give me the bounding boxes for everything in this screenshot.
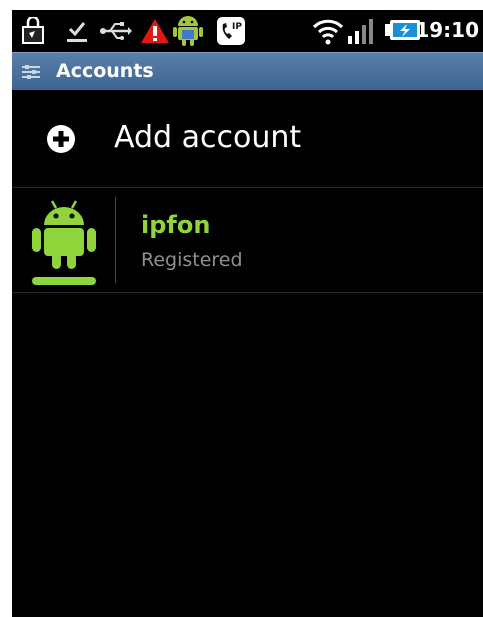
- android-robot-icon: [30, 197, 98, 275]
- warning-icon: [140, 16, 170, 46]
- usb-icon: [98, 16, 132, 46]
- download-done-icon: [64, 16, 90, 46]
- sync-indicator-bar: [32, 277, 96, 285]
- wifi-icon: [312, 16, 344, 46]
- page-title: Accounts: [56, 60, 154, 82]
- add-account-button[interactable]: Add account: [12, 90, 483, 188]
- row-divider: [115, 197, 116, 283]
- account-name: ipfon: [141, 211, 211, 239]
- settings-sliders-icon: [20, 63, 42, 85]
- phone-screen: IP 19:10 Accounts Add account ipfon Regi…: [12, 10, 483, 617]
- account-item-ipfon[interactable]: ipfon Registered: [12, 189, 483, 293]
- shopping-bag-icon: [20, 16, 46, 46]
- sip-label: IP: [232, 22, 242, 32]
- title-bar: Accounts: [12, 52, 483, 90]
- add-circle-icon: [46, 124, 76, 158]
- account-status: Registered: [141, 249, 243, 271]
- android-icon: [172, 16, 204, 46]
- sip-call-icon: IP: [216, 16, 246, 46]
- signal-icon: [347, 16, 377, 46]
- add-account-label: Add account: [114, 120, 302, 155]
- status-time: 19:10: [415, 18, 479, 42]
- status-bar: IP 19:10: [12, 10, 483, 52]
